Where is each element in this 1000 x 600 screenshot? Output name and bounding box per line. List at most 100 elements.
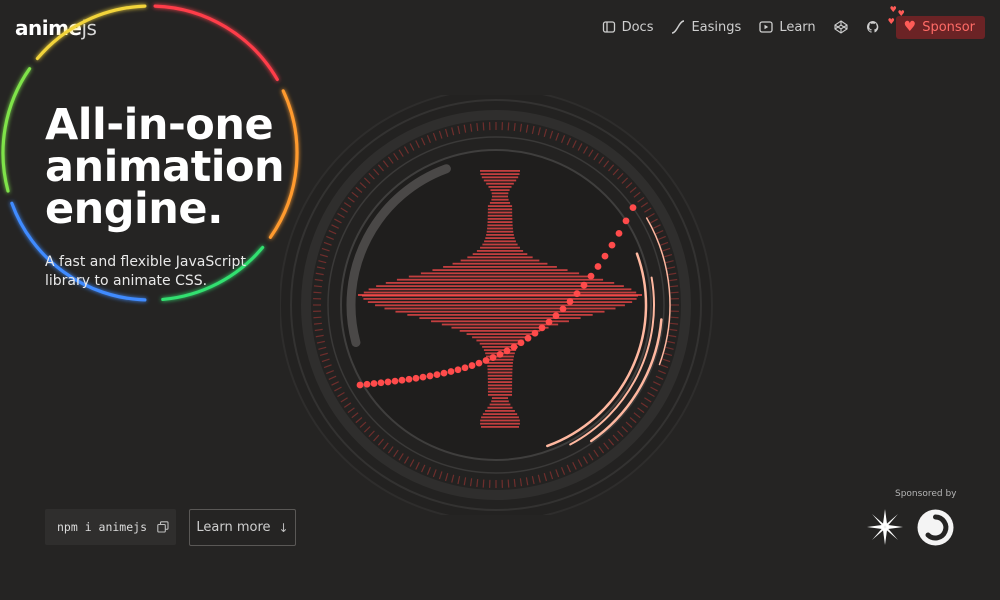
ring-logo[interactable]: [917, 509, 954, 546]
engine-bar: [486, 234, 514, 236]
nav-easings[interactable]: Easings: [671, 20, 741, 35]
copy-icon[interactable]: [157, 521, 169, 533]
nav-learn-label: Learn: [779, 19, 816, 35]
logo-suffix: js: [81, 16, 97, 40]
engine-bar: [472, 253, 528, 255]
easing-curve-icon: [672, 20, 685, 34]
engine-bar: [451, 326, 549, 329]
engine-dot: [468, 362, 476, 369]
npm-command: npm i animejs: [57, 520, 148, 534]
engine-bar: [443, 266, 557, 268]
anime-logo[interactable]: animejs: [15, 16, 97, 40]
engine-bar: [363, 291, 637, 294]
engine-dot: [524, 334, 532, 342]
engine-dot: [426, 372, 434, 380]
star-logo[interactable]: [866, 508, 904, 546]
engine-dot: [538, 324, 546, 332]
engine-dot: [447, 368, 455, 375]
engine-dot: [629, 204, 637, 212]
engine-dot: [545, 318, 553, 326]
engine-bar: [482, 243, 518, 246]
engine-bar: [480, 246, 520, 249]
engine-bar: [408, 275, 592, 278]
engine-tick: [482, 479, 485, 488]
engine-dot: [433, 371, 441, 379]
engine-dot: [419, 373, 427, 381]
learn-more-button[interactable]: Learn more ↓: [189, 509, 296, 546]
engine-bar: [481, 416, 519, 419]
book-icon: [602, 21, 615, 33]
engine-tick: [669, 322, 679, 325]
engine-dot: [559, 305, 567, 313]
engine-dot: [601, 252, 609, 260]
engine-dot: [440, 369, 448, 377]
engine-tick: [476, 122, 479, 132]
engine-dot: [594, 263, 602, 270]
engine-bar: [472, 336, 528, 339]
engine-bar: [488, 186, 512, 188]
engine-bar: [367, 301, 633, 303]
engine-dot: [615, 229, 623, 237]
sponsor-button[interactable]: ♥ ♥ ♥ ♥ Sponsor: [888, 5, 985, 39]
engine-tick: [482, 122, 485, 131]
engine-tick: [670, 316, 679, 319]
engine-tick: [313, 322, 323, 325]
engine-bar: [480, 170, 520, 172]
engine-bar: [396, 278, 604, 281]
logo-text: anime: [15, 16, 82, 40]
engine-dot: [461, 364, 469, 372]
engine-bar: [467, 256, 533, 259]
engine-dot: [356, 381, 364, 389]
engine-dot: [454, 366, 462, 374]
floating-heart-icon: ♥: [887, 16, 895, 26]
engine-bar: [487, 227, 513, 230]
engine-bar: [480, 422, 520, 425]
engine-animation-graphic: [280, 95, 713, 515]
nav-learn[interactable]: Learn: [759, 19, 816, 35]
codepen-icon[interactable]: [834, 20, 848, 34]
engine-bar: [487, 384, 513, 387]
engine-bar: [476, 339, 524, 342]
engine-bar: [487, 365, 513, 367]
engine-bar: [368, 288, 632, 291]
github-icon[interactable]: [866, 20, 880, 34]
engine-dot: [510, 343, 518, 351]
engine-bar: [466, 333, 534, 335]
engine-bar: [481, 176, 519, 179]
engine-bar: [375, 304, 625, 307]
nav-docs[interactable]: Docs: [602, 20, 653, 35]
npm-install-box[interactable]: npm i animejs: [45, 509, 176, 545]
engine-bar: [483, 349, 517, 351]
engine-tick: [313, 285, 323, 288]
engine-tick: [670, 291, 679, 294]
engine-bar: [487, 221, 513, 223]
engine-dot: [391, 377, 399, 385]
engine-dot: [587, 272, 595, 280]
engine-bar: [459, 330, 541, 332]
engine-tick: [313, 291, 322, 294]
engine-dot: [552, 312, 560, 320]
engine-dot: [608, 241, 616, 249]
play-icon: [759, 21, 773, 33]
engine-bar: [491, 195, 509, 198]
engine-bar: [487, 381, 513, 383]
heart-icon: ♥: [903, 19, 917, 35]
engine-tick: [669, 285, 679, 288]
engine-bar: [487, 205, 513, 207]
engine-bar: [484, 240, 516, 243]
engine-dot: [405, 375, 413, 383]
engine-bar: [420, 272, 580, 275]
engine-bar: [452, 262, 548, 265]
engine-dot: [370, 380, 378, 387]
engine-dot: [503, 347, 511, 355]
engine-dot: [622, 217, 630, 225]
engine-tick: [513, 478, 516, 488]
engine-bar: [487, 387, 513, 390]
engine-tick: [507, 479, 510, 488]
engine-bar: [489, 403, 511, 406]
engine-bar: [490, 189, 510, 191]
engine-bar: [487, 394, 513, 396]
engine-dot: [475, 359, 483, 367]
engine-bar: [432, 269, 568, 271]
engine-bar: [487, 368, 513, 371]
